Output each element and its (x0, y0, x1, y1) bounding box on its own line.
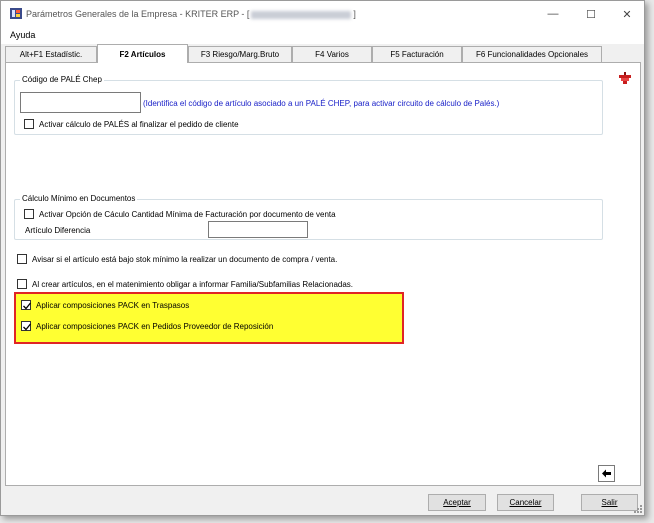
pack-pedidos-row[interactable]: Aplicar composiciones PACK en Pedidos Pr… (21, 321, 273, 331)
cancel-label: Cancelar (509, 498, 542, 507)
minimize-button[interactable]: — (535, 1, 571, 27)
pale-chep-legend: Código de PALÉ Chep (20, 75, 104, 84)
articulo-diferencia-input[interactable] (208, 221, 308, 238)
close-button[interactable]: ✕ (609, 1, 645, 27)
avisar-stock-checkbox[interactable] (17, 254, 27, 264)
check-icon (23, 302, 32, 310)
accept-label: Aceptar (443, 498, 471, 507)
tab-estadisticas[interactable]: Alt+F1 Estadístic. (5, 46, 97, 62)
activar-pales-checkbox[interactable] (24, 119, 34, 129)
obligar-familia-row[interactable]: Al crear artículos, en el matenimiento o… (17, 279, 353, 289)
activar-minimo-checkbox[interactable] (24, 209, 34, 219)
title-bar[interactable]: Parámetros Generales de la Empresa - KRI… (1, 1, 644, 27)
tab-riesgo[interactable]: F3 Riesgo/Marg.Bruto (188, 46, 292, 62)
menu-bar: Ayuda (1, 27, 644, 44)
tab-articulos[interactable]: F2 Artículos (97, 44, 188, 63)
pale-chep-code-input[interactable] (20, 92, 141, 113)
check-icon (23, 323, 32, 331)
obligar-familia-checkbox[interactable] (17, 279, 27, 289)
articulo-diferencia-label: Artículo Diferencia (25, 226, 91, 235)
cancel-button[interactable]: Cancelar (497, 494, 554, 511)
menu-ayuda[interactable]: Ayuda (10, 30, 35, 40)
accept-button[interactable]: Aceptar (428, 494, 486, 511)
pack-traspasos-row[interactable]: Aplicar composiciones PACK en Traspasos (21, 300, 189, 310)
pale-chep-group: Código de PALÉ Chep (Identifica el códig… (14, 75, 603, 135)
exit-button[interactable]: Salir (581, 494, 638, 511)
tab-strip: Alt+F1 Estadístic. F2 Artículos F3 Riesg… (5, 44, 640, 63)
tab-panel-articulos: Código de PALÉ Chep (Identifica el códig… (5, 62, 641, 486)
window-title: Parámetros Generales de la Empresa - KRI… (26, 9, 356, 19)
tab-funcionalidades[interactable]: F6 Funcionalidades Opcionales (462, 46, 602, 62)
pack-traspasos-label: Aplicar composiciones PACK en Traspasos (36, 300, 190, 310)
main-window: Parámetros Generales de la Empresa - KRI… (0, 0, 645, 516)
tab-varios[interactable]: F4 Varios (292, 46, 372, 62)
redacted-text (251, 10, 352, 19)
obligar-familia-label: Al crear artículos, en el matenimiento o… (32, 279, 354, 289)
maximize-button[interactable]: ☐ (573, 1, 609, 27)
minimo-documentos-legend: Cálculo Mínimo en Documentos (20, 194, 138, 203)
pale-chep-hint: (Identifica el código de artículo asocia… (143, 99, 500, 108)
avisar-stock-row[interactable]: Avisar si el artículo está bajo stok mín… (17, 254, 337, 264)
avisar-stock-label: Avisar si el artículo está bajo stok mín… (32, 254, 338, 264)
tab-facturacion[interactable]: F5 Facturación (372, 46, 462, 62)
app-icon (10, 8, 22, 19)
pack-pedidos-checkbox[interactable] (21, 321, 32, 331)
help-icon[interactable] (618, 71, 632, 85)
activar-pales-row[interactable]: Activar cálculo de PALÉS al finalizar el… (24, 119, 239, 129)
minimo-documentos-group: Cálculo Mínimo en Documentos Activar Opc… (14, 194, 603, 240)
pack-traspasos-checkbox[interactable] (21, 300, 32, 310)
back-button[interactable] (598, 465, 615, 482)
resize-grip-icon[interactable] (634, 505, 642, 513)
activar-pales-label: Activar cálculo de PALÉS al finalizar el… (39, 119, 239, 129)
activar-minimo-row[interactable]: Activar Opción de Cáculo Cantidad Mínima… (24, 209, 336, 219)
activar-minimo-label: Activar Opción de Cáculo Cantidad Mínima… (39, 209, 336, 219)
exit-label: Salir (601, 498, 618, 507)
pack-pedidos-label: Aplicar composiciones PACK en Pedidos Pr… (36, 321, 274, 331)
arrow-left-icon (602, 469, 611, 478)
